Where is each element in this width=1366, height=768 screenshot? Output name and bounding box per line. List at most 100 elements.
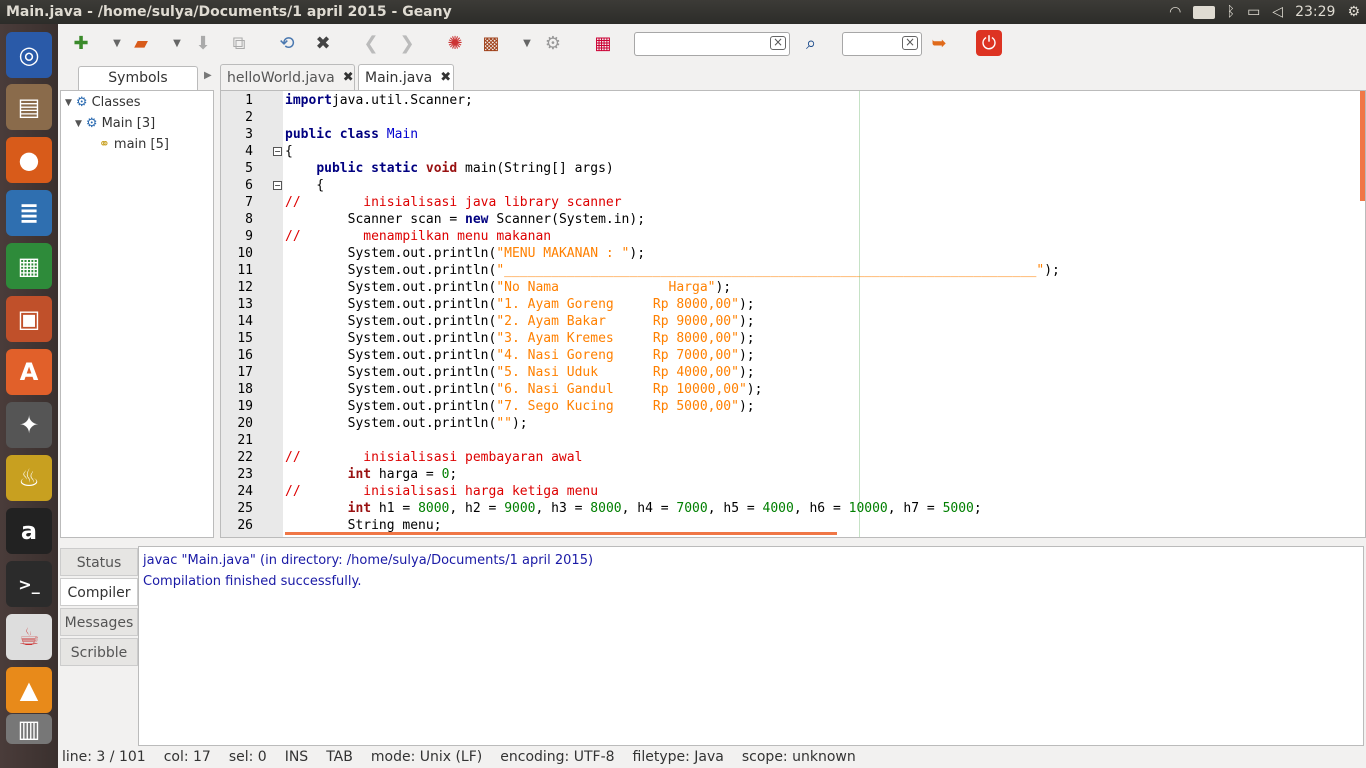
line-number: 12 <box>237 280 253 295</box>
firefox-icon[interactable]: ● <box>6 137 52 183</box>
line-number: 1 <box>245 93 253 108</box>
line-number: 15 <box>237 331 253 346</box>
files-icon[interactable]: ▤ <box>6 84 52 130</box>
writer-icon[interactable]: ≣ <box>6 190 52 236</box>
tree-item-main-class[interactable]: ▼ ⚙ Main [3] <box>75 116 155 131</box>
execute-icon[interactable]: ⚙ <box>540 30 566 56</box>
trash-icon[interactable]: ▥ <box>6 714 52 744</box>
status-line: line: 3 / 101 <box>62 749 146 765</box>
tab-status[interactable]: Status <box>60 548 138 576</box>
geany-icon[interactable]: ♨ <box>6 455 52 501</box>
sidebar-next-icon[interactable]: ▶ <box>204 70 212 81</box>
build-dropdown-icon[interactable]: ▼ <box>514 30 540 56</box>
fold-margin: − − <box>271 91 283 537</box>
revert-icon[interactable]: ⟲ <box>274 30 300 56</box>
close-file-icon[interactable]: ✖ <box>310 30 336 56</box>
system-settings-icon[interactable]: ✦ <box>6 402 52 448</box>
open-file-icon[interactable]: ▰ <box>128 30 154 56</box>
dash-home-icon[interactable]: ◎ <box>6 32 52 78</box>
compiler-output[interactable]: javac "Main.java" (in directory: /home/s… <box>138 546 1364 746</box>
close-tab-icon[interactable]: ✖ <box>440 70 451 85</box>
close-tab-icon[interactable]: ✖ <box>343 70 354 85</box>
tree-item-classes[interactable]: ▼ ⚙ Classes <box>65 95 141 110</box>
code-editor[interactable]: 1 2 3 4 5 6 7 8 9 10 11 12 13 14 15 16 17 18 19 20 21 22 23 24 2… <box>220 90 1366 538</box>
code-token: harga = <box>371 467 442 482</box>
tree-label: main [5] <box>113 137 169 152</box>
tab-compiler[interactable]: Compiler <box>60 578 138 606</box>
goto-line-icon[interactable]: ➥ <box>926 30 952 56</box>
impress-icon[interactable]: ▣ <box>6 296 52 342</box>
clear-search-icon[interactable]: × <box>770 36 786 50</box>
code-line: importjava.util.Scanner; <box>285 93 473 108</box>
wifi-icon[interactable]: ◠ <box>1169 4 1181 20</box>
classes-icon: ⚙ <box>75 95 88 110</box>
tab-main[interactable]: Main.java ✖ <box>358 64 454 90</box>
amazon-icon[interactable]: a <box>6 508 52 554</box>
open-dropdown-icon[interactable]: ▼ <box>164 30 190 56</box>
new-dropdown-icon[interactable]: ▼ <box>104 30 130 56</box>
volume-icon[interactable]: ◁ <box>1272 4 1283 20</box>
code-token: // inisialisasi java library scanner <box>285 195 622 210</box>
clear-goto-icon[interactable]: × <box>902 36 918 50</box>
code-token: ; <box>449 467 458 482</box>
code-token: int <box>347 467 372 482</box>
line-number: 4 <box>245 144 253 159</box>
terminal-icon[interactable]: >_ <box>6 561 52 607</box>
vertical-scrollbar[interactable] <box>1360 91 1365 201</box>
code-token: System.out.println( <box>285 314 497 329</box>
back-icon[interactable]: ❮ <box>358 30 384 56</box>
search-input[interactable]: × <box>634 32 790 56</box>
tab-helloworld[interactable]: helloWorld.java ✖ <box>220 64 355 90</box>
clock[interactable]: 23:29 <box>1295 4 1335 20</box>
code-token: // menampilkan menu makanan <box>285 229 552 244</box>
forward-icon[interactable]: ❯ <box>394 30 420 56</box>
line-number: 8 <box>245 212 253 227</box>
quit-icon[interactable]: ⏻ <box>976 30 1002 56</box>
code-token: Scanner scan = <box>285 212 466 227</box>
fold-toggle-icon[interactable]: − <box>273 147 282 156</box>
build-icon[interactable]: ▩ <box>478 30 504 56</box>
expand-arrow-icon[interactable]: ▼ <box>65 98 72 108</box>
battery-icon[interactable]: ▭ <box>1247 4 1260 20</box>
code-token: System.out.println( <box>285 297 497 312</box>
tab-messages[interactable]: Messages <box>60 608 138 636</box>
calc-icon[interactable]: ▦ <box>6 243 52 289</box>
save-icon[interactable]: ⬇ <box>190 30 216 56</box>
expand-arrow-icon[interactable]: ▼ <box>75 119 82 129</box>
code-line: System.out.println("5. Nasi Uduk Rp 4000… <box>285 365 755 380</box>
save-all-icon[interactable]: ⧉ <box>226 30 252 56</box>
tab-symbols[interactable]: Symbols <box>78 66 198 90</box>
line-number: 5 <box>245 161 253 176</box>
status-filetype: filetype: Java <box>632 749 724 765</box>
horizontal-scrollbar[interactable] <box>285 532 837 535</box>
software-center-icon[interactable]: A <box>6 349 52 395</box>
keyboard-indicator[interactable]: En <box>1193 5 1215 19</box>
top-panel: Main.java - /home/sulya/Documents/1 apri… <box>0 0 1366 24</box>
line-number: 16 <box>237 348 253 363</box>
new-file-icon[interactable]: ✚ <box>68 30 94 56</box>
code-line: System.out.println("7. Sego Kucing Rp 50… <box>285 399 755 414</box>
code-token: ); <box>511 416 528 431</box>
tree-item-main-method[interactable]: ⚭ main [5] <box>99 137 169 152</box>
code-token: "MENU MAKANAN : " <box>496 246 630 261</box>
java-icon[interactable]: ☕ <box>6 614 52 660</box>
code-token: h1 = <box>371 501 419 516</box>
color-chooser-icon[interactable]: ▦ <box>590 30 616 56</box>
bluetooth-icon[interactable]: ᛒ <box>1227 4 1235 20</box>
code-token: , h2 = <box>449 501 505 516</box>
goto-line-input[interactable]: × <box>842 32 922 56</box>
code-token: "2. Ayam Bakar Rp 9000,00" <box>496 314 739 329</box>
search-icon[interactable]: ⌕ <box>798 30 824 56</box>
code-line: System.out.println("6. Nasi Gandul Rp 10… <box>285 382 763 397</box>
code-token: "6. Nasi Gandul Rp 10000,00" <box>496 382 747 397</box>
compile-icon[interactable]: ✺ <box>442 30 468 56</box>
window-title: Main.java - /home/sulya/Documents/1 apri… <box>6 4 452 20</box>
vlc-icon[interactable]: ▲ <box>6 667 52 713</box>
settings-gear-icon[interactable]: ⚙ <box>1347 4 1360 20</box>
fold-toggle-icon[interactable]: − <box>273 181 282 190</box>
tab-scribble[interactable]: Scribble <box>60 638 138 666</box>
code-line: // inisialisasi java library scanner <box>285 195 622 210</box>
